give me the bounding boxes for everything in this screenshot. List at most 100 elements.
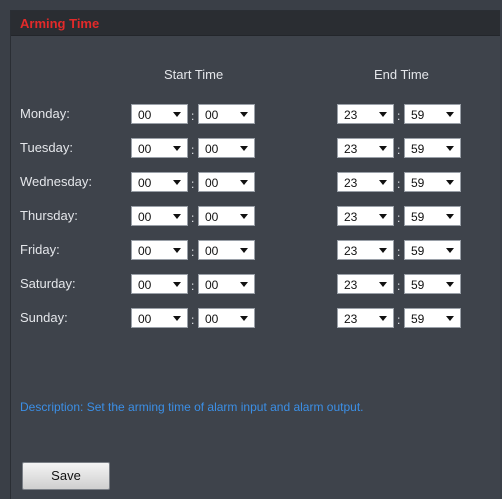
dropdown-arrow-icon [446, 180, 454, 185]
select-value: 59 [411, 210, 425, 224]
start-hour-select[interactable]: 00 [131, 206, 188, 226]
dropdown-arrow-icon [240, 112, 248, 117]
panel-title-bar: Arming Time [11, 11, 500, 36]
end-hour-select[interactable]: 23 [337, 308, 394, 328]
start-minute-select[interactable]: 00 [198, 206, 255, 226]
end-hour-select[interactable]: 23 [337, 104, 394, 124]
select-value: 59 [411, 278, 425, 292]
end-minute-select[interactable]: 59 [404, 206, 461, 226]
start-colon: : [191, 109, 195, 123]
day-label: Friday: [20, 242, 60, 257]
start-colon: : [191, 313, 195, 327]
start-minute-select[interactable]: 00 [198, 274, 255, 294]
dropdown-arrow-icon [446, 112, 454, 117]
end-hour-select[interactable]: 23 [337, 172, 394, 192]
select-value: 59 [411, 142, 425, 156]
select-value: 23 [344, 278, 358, 292]
start-colon: : [191, 177, 195, 191]
select-value: 23 [344, 244, 358, 258]
select-value: 00 [205, 278, 219, 292]
end-minute-select[interactable]: 59 [404, 240, 461, 260]
start-minute-select[interactable]: 00 [198, 138, 255, 158]
end-hour-select[interactable]: 23 [337, 240, 394, 260]
end-minute-select[interactable]: 59 [404, 308, 461, 328]
dropdown-arrow-icon [379, 214, 387, 219]
dropdown-arrow-icon [446, 282, 454, 287]
dropdown-arrow-icon [173, 248, 181, 253]
dropdown-arrow-icon [240, 180, 248, 185]
panel-title: Arming Time [20, 16, 100, 31]
select-value: 00 [138, 244, 152, 258]
select-value: 59 [411, 244, 425, 258]
day-label: Sunday: [20, 310, 68, 325]
start-hour-select[interactable]: 00 [131, 104, 188, 124]
select-value: 59 [411, 312, 425, 326]
dropdown-arrow-icon [446, 146, 454, 151]
dropdown-arrow-icon [240, 316, 248, 321]
end-minute-select[interactable]: 59 [404, 104, 461, 124]
end-time-header: End Time [374, 67, 429, 82]
dropdown-arrow-icon [379, 316, 387, 321]
select-value: 00 [205, 176, 219, 190]
dropdown-arrow-icon [173, 180, 181, 185]
dropdown-arrow-icon [173, 146, 181, 151]
start-colon: : [191, 143, 195, 157]
dropdown-arrow-icon [379, 146, 387, 151]
start-hour-select[interactable]: 00 [131, 172, 188, 192]
start-hour-select[interactable]: 00 [131, 240, 188, 260]
day-label: Saturday: [20, 276, 76, 291]
select-value: 00 [138, 312, 152, 326]
end-minute-select[interactable]: 59 [404, 138, 461, 158]
dropdown-arrow-icon [446, 214, 454, 219]
select-value: 00 [138, 176, 152, 190]
select-value: 00 [205, 210, 219, 224]
start-hour-select[interactable]: 00 [131, 308, 188, 328]
dropdown-arrow-icon [173, 282, 181, 287]
start-hour-select[interactable]: 00 [131, 138, 188, 158]
start-minute-select[interactable]: 00 [198, 240, 255, 260]
select-value: 23 [344, 108, 358, 122]
end-hour-select[interactable]: 23 [337, 138, 394, 158]
select-value: 59 [411, 176, 425, 190]
select-value: 23 [344, 176, 358, 190]
dropdown-arrow-icon [379, 248, 387, 253]
select-value: 00 [205, 244, 219, 258]
dropdown-arrow-icon [173, 112, 181, 117]
start-minute-select[interactable]: 00 [198, 104, 255, 124]
end-colon: : [397, 177, 401, 191]
dropdown-arrow-icon [379, 112, 387, 117]
dropdown-arrow-icon [240, 146, 248, 151]
save-button[interactable]: Save [22, 462, 110, 490]
select-value: 00 [138, 108, 152, 122]
end-colon: : [397, 279, 401, 293]
select-value: 00 [205, 108, 219, 122]
day-label: Wednesday: [20, 174, 93, 189]
dropdown-arrow-icon [240, 248, 248, 253]
end-hour-select[interactable]: 23 [337, 206, 394, 226]
arming-time-panel: Arming Time Start Time End Time Monday: 0… [10, 10, 500, 499]
start-colon: : [191, 279, 195, 293]
select-value: 00 [205, 142, 219, 156]
dropdown-arrow-icon [446, 316, 454, 321]
dropdown-arrow-icon [173, 214, 181, 219]
select-value: 00 [205, 312, 219, 326]
end-hour-select[interactable]: 23 [337, 274, 394, 294]
end-colon: : [397, 245, 401, 259]
start-minute-select[interactable]: 00 [198, 308, 255, 328]
day-label: Tuesday: [20, 140, 73, 155]
start-colon: : [191, 211, 195, 225]
description-text: Description: Set the arming time of alar… [20, 400, 364, 414]
start-minute-select[interactable]: 00 [198, 172, 255, 192]
end-colon: : [397, 211, 401, 225]
day-label: Monday: [20, 106, 70, 121]
dropdown-arrow-icon [379, 180, 387, 185]
end-colon: : [397, 143, 401, 157]
start-time-header: Start Time [164, 67, 224, 82]
end-minute-select[interactable]: 59 [404, 274, 461, 294]
select-value: 00 [138, 142, 152, 156]
dropdown-arrow-icon [173, 316, 181, 321]
end-minute-select[interactable]: 59 [404, 172, 461, 192]
end-colon: : [397, 109, 401, 123]
start-hour-select[interactable]: 00 [131, 274, 188, 294]
select-value: 00 [138, 210, 152, 224]
